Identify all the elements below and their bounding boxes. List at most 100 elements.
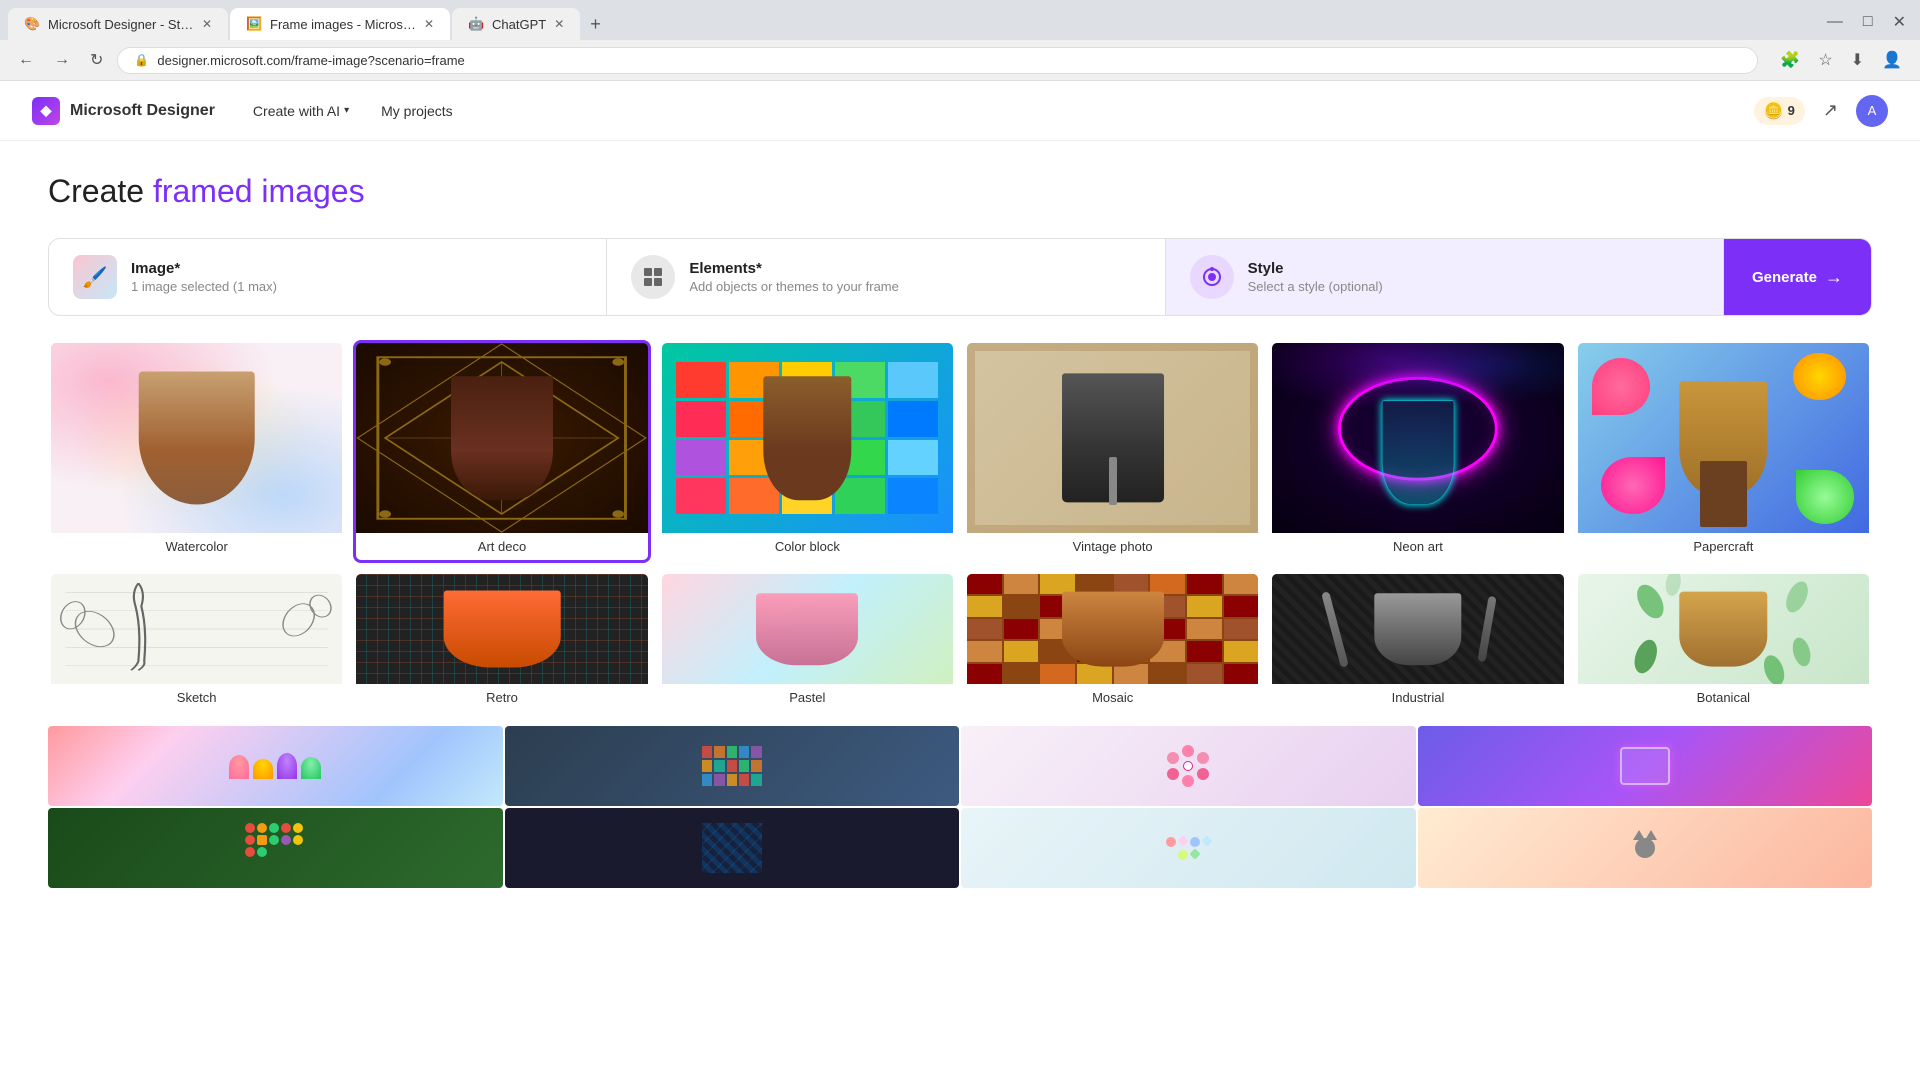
bottom-thumb-3[interactable] (961, 726, 1416, 806)
step-elements[interactable]: Elements* Add objects or themes to your … (607, 239, 1165, 315)
bottom-thumb-6[interactable] (505, 808, 960, 888)
style-label-colorblock: Color block (662, 533, 953, 560)
minimize-button[interactable]: — (1821, 8, 1849, 36)
step-elements-label: Elements* (689, 260, 899, 277)
tab-title-1: Microsoft Designer - Stunning (48, 17, 194, 32)
style-thumb-colorblock (662, 343, 953, 533)
style-thumb-pastel (662, 574, 953, 684)
style-grid: Watercolor (48, 340, 1872, 714)
forward-button[interactable]: → (48, 47, 76, 73)
style-item-vintage[interactable]: Vintage photo (964, 340, 1261, 563)
tab-favicon-2: 🖼️ (246, 16, 262, 32)
coins-badge: 🪙 9 (1754, 97, 1805, 125)
close-button[interactable]: ✕ (1887, 8, 1912, 36)
style-item-papercraft[interactable]: Papercraft (1575, 340, 1872, 563)
logo-area: ◆ Microsoft Designer (32, 97, 215, 125)
style-item-retro[interactable]: Retro (353, 571, 650, 714)
coin-icon: 🪙 (1764, 101, 1784, 121)
step-image-label: Image* (131, 260, 277, 277)
content-area: Watercolor (48, 340, 1872, 888)
profile-button[interactable]: 👤 (1876, 46, 1908, 74)
style-label-retro: Retro (356, 684, 647, 711)
coin-count: 9 (1788, 103, 1795, 118)
generate-button-label: Generate (1752, 269, 1817, 286)
step-style[interactable]: Style Select a style (optional) (1166, 239, 1724, 315)
style-thumb-retro (356, 574, 647, 684)
tab-close-3[interactable]: ✕ (554, 17, 564, 31)
step-elements-sublabel: Add objects or themes to your frame (689, 279, 899, 294)
nav-my-projects[interactable]: My projects (367, 95, 467, 127)
address-text: designer.microsoft.com/frame-image?scena… (157, 53, 1741, 68)
app-header: ◆ Microsoft Designer Create with AI ▾ My… (0, 81, 1920, 141)
share-button[interactable]: ↗ (1817, 94, 1844, 127)
style-item-watercolor[interactable]: Watercolor (48, 340, 345, 563)
bottom-thumb-4[interactable] (1418, 726, 1873, 806)
page-title-highlight: framed images (153, 173, 365, 209)
style-label-botanical: Botanical (1578, 684, 1869, 711)
style-label-watercolor: Watercolor (51, 533, 342, 560)
tab-bar: 🎨 Microsoft Designer - Stunning ✕ 🖼️ Fra… (0, 0, 1920, 40)
reload-button[interactable]: ↻ (84, 46, 109, 74)
back-button[interactable]: ← (12, 47, 40, 73)
step-image-info: Image* 1 image selected (1 max) (131, 260, 277, 294)
nav-create-with-ai-label: Create with AI (253, 103, 340, 119)
address-bar[interactable]: 🔒 designer.microsoft.com/frame-image?sce… (117, 47, 1758, 74)
new-tab-button[interactable]: + (582, 10, 609, 39)
logo-icon: ◆ (32, 97, 60, 125)
tab-close-1[interactable]: ✕ (202, 17, 212, 31)
tab-favicon-3: 🤖 (468, 16, 484, 32)
style-item-industrial[interactable]: Industrial (1269, 571, 1566, 714)
tab-frame-images[interactable]: 🖼️ Frame images - Microsoft Des... ✕ (230, 8, 450, 40)
style-label-papercraft: Papercraft (1578, 533, 1869, 560)
step-style-sublabel: Select a style (optional) (1248, 279, 1383, 294)
header-right: 🪙 9 ↗ A (1754, 94, 1888, 127)
style-item-artdeco[interactable]: Art deco (353, 340, 650, 563)
style-thumb-neon (1272, 343, 1563, 533)
generate-button[interactable]: Generate → (1724, 239, 1871, 315)
bottom-thumb-8[interactable] (1418, 808, 1873, 888)
nav-my-projects-label: My projects (381, 103, 453, 119)
bottom-thumb-1[interactable] (48, 726, 503, 806)
step-image-preview: 🖌️ (73, 255, 117, 299)
tab-close-2[interactable]: ✕ (424, 17, 434, 31)
bottom-strip-2 (48, 808, 1872, 888)
bottom-thumb-7[interactable] (961, 808, 1416, 888)
browser-chrome: 🎨 Microsoft Designer - Stunning ✕ 🖼️ Fra… (0, 0, 1920, 81)
tab-microsoft-designer[interactable]: 🎨 Microsoft Designer - Stunning ✕ (8, 8, 228, 40)
nav-create-with-ai[interactable]: Create with AI ▾ (239, 95, 363, 127)
style-label-vintage: Vintage photo (967, 533, 1258, 560)
style-item-colorblock[interactable]: Color block (659, 340, 956, 563)
style-thumb-industrial (1272, 574, 1563, 684)
style-label-pastel: Pastel (662, 684, 953, 711)
style-item-pastel[interactable]: Pastel (659, 571, 956, 714)
step-image[interactable]: 🖌️ Image* 1 image selected (1 max) (49, 239, 607, 315)
downloads-button[interactable]: ⬇ (1845, 46, 1870, 74)
tab-chatgpt[interactable]: 🤖 ChatGPT ✕ (452, 8, 580, 40)
tab-title-3: ChatGPT (492, 17, 546, 32)
style-item-sketch[interactable]: Sketch (48, 571, 345, 714)
style-thumb-mosaic (967, 574, 1258, 684)
tab-favicon-1: 🎨 (24, 16, 40, 32)
style-label-sketch: Sketch (51, 684, 342, 711)
step-elements-icon (631, 255, 675, 299)
extensions-button[interactable]: 🧩 (1774, 46, 1806, 74)
bottom-strip-1 (48, 726, 1872, 806)
maximize-button[interactable]: □ (1857, 8, 1879, 36)
avatar[interactable]: A (1856, 95, 1888, 127)
style-label-mosaic: Mosaic (967, 684, 1258, 711)
style-thumb-papercraft (1578, 343, 1869, 533)
generate-arrow-icon: → (1825, 267, 1843, 288)
nav-menu: Create with AI ▾ My projects (239, 95, 467, 127)
favorites-button[interactable]: ☆ (1812, 46, 1838, 74)
style-label-industrial: Industrial (1272, 684, 1563, 711)
bottom-thumb-5[interactable] (48, 808, 503, 888)
style-item-botanical[interactable]: Botanical (1575, 571, 1872, 714)
style-item-mosaic[interactable]: Mosaic (964, 571, 1261, 714)
style-item-neon[interactable]: Neon art (1269, 340, 1566, 563)
bottom-thumb-2[interactable] (505, 726, 960, 806)
style-label-artdeco: Art deco (356, 533, 647, 560)
address-bar-row: ← → ↻ 🔒 designer.microsoft.com/frame-ima… (0, 40, 1920, 80)
main-content: Create framed images 🖌️ Image* 1 image s… (0, 141, 1920, 888)
page-title-prefix: Create (48, 173, 153, 209)
step-bar: 🖌️ Image* 1 image selected (1 max) Eleme… (48, 238, 1872, 316)
